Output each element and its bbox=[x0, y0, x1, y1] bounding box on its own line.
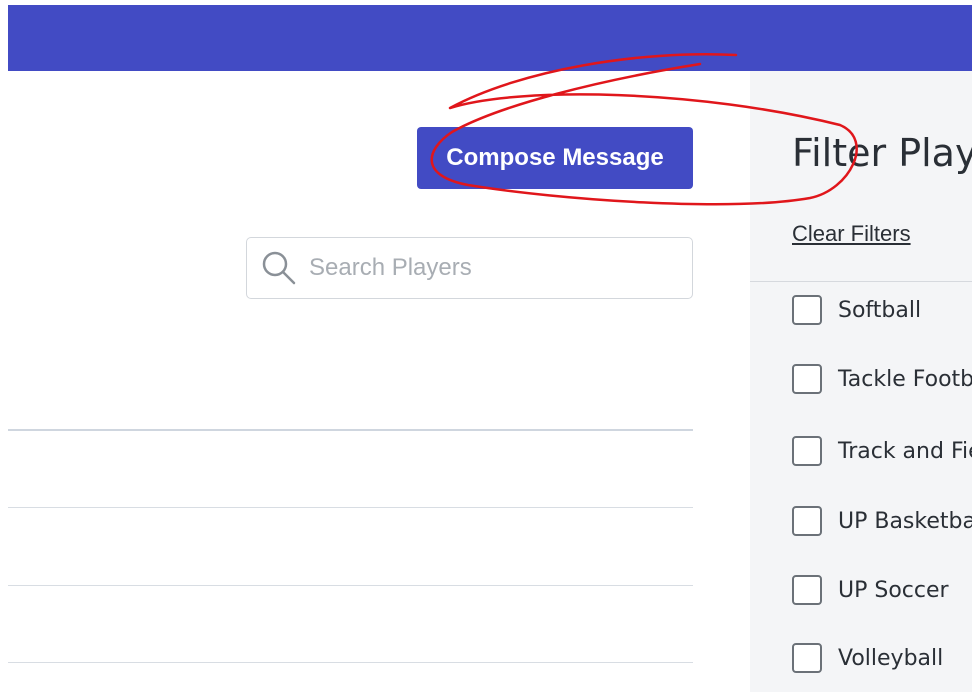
filter-label: Softball bbox=[838, 297, 922, 323]
filter-label: Volleyball bbox=[838, 645, 944, 671]
main-content: Compose Message bbox=[0, 71, 750, 692]
filter-label: Track and Field bbox=[838, 438, 972, 464]
search-icon bbox=[262, 251, 296, 285]
clear-filters-link[interactable]: Clear Filters bbox=[792, 221, 911, 247]
filter-label: UP Soccer bbox=[838, 577, 949, 603]
checkbox[interactable] bbox=[792, 295, 822, 325]
filter-checkbox-up-basketball[interactable]: UP Basketball bbox=[792, 504, 972, 538]
checkbox[interactable] bbox=[792, 436, 822, 466]
filter-label: UP Basketball bbox=[838, 508, 972, 534]
filter-checkbox-softball[interactable]: Softball bbox=[792, 293, 921, 327]
checkbox[interactable] bbox=[792, 643, 822, 673]
table-row bbox=[8, 507, 693, 508]
checkbox[interactable] bbox=[792, 575, 822, 605]
checkbox[interactable] bbox=[792, 364, 822, 394]
filter-checkbox-volleyball[interactable]: Volleyball bbox=[792, 641, 943, 675]
filter-checkbox-up-soccer[interactable]: UP Soccer bbox=[792, 573, 949, 607]
table-row bbox=[8, 585, 693, 586]
table-row bbox=[8, 429, 693, 431]
top-nav-bar bbox=[8, 5, 972, 71]
search-input[interactable] bbox=[307, 253, 671, 283]
filter-checkbox-tackle-football[interactable]: Tackle Football bbox=[792, 362, 972, 396]
search-box[interactable] bbox=[246, 237, 693, 299]
filter-label: Tackle Football bbox=[838, 366, 972, 392]
table-row bbox=[8, 662, 693, 663]
sidebar-divider bbox=[750, 281, 972, 282]
filter-checkbox-track-and-field[interactable]: Track and Field bbox=[792, 434, 972, 468]
compose-message-button[interactable]: Compose Message bbox=[417, 127, 693, 189]
checkbox[interactable] bbox=[792, 506, 822, 536]
filter-sidebar: Filter Players Clear Filters Softball Ta… bbox=[750, 71, 972, 692]
sidebar-title: Filter Players bbox=[792, 131, 972, 175]
